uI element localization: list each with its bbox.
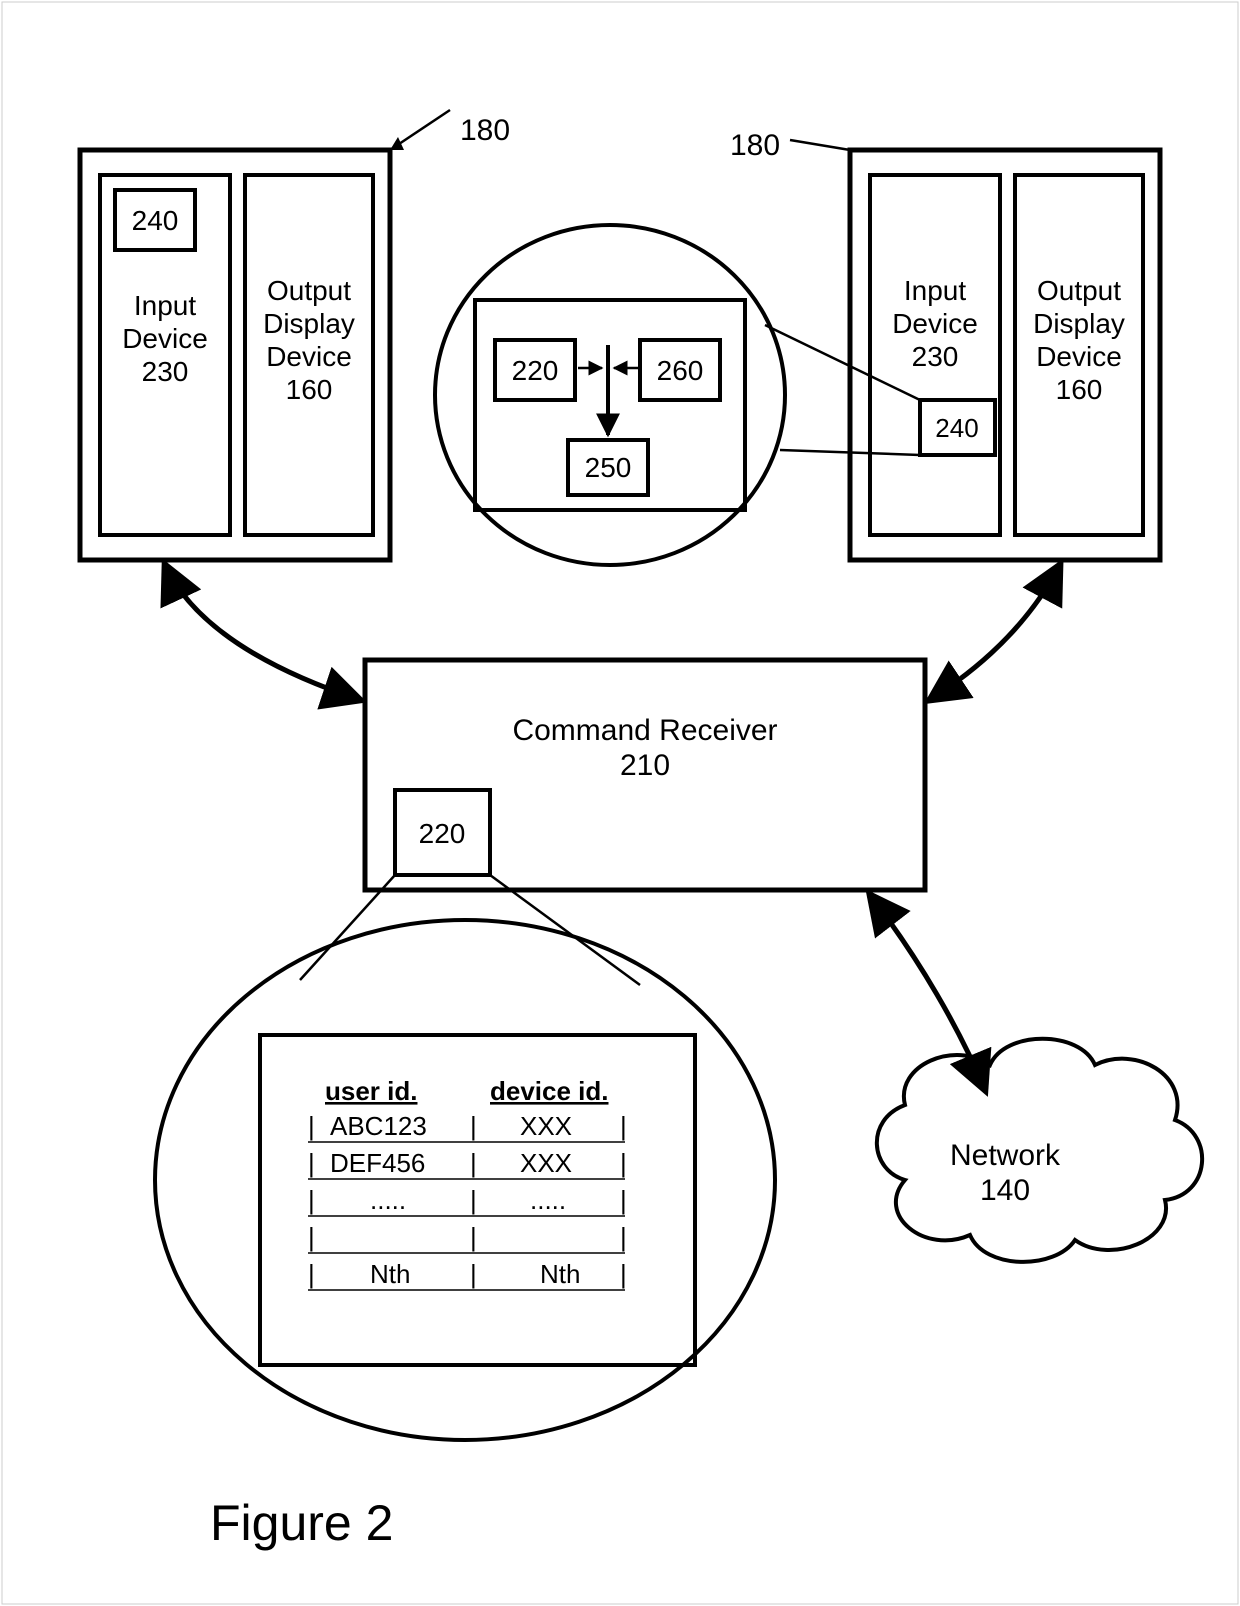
terminal-right: Input Device 230 240 Output Display Devi…: [850, 150, 1160, 560]
svg-text:|: |: [470, 1259, 477, 1289]
output-device-left: Output Display Device 160: [245, 175, 373, 535]
detail-260: 260: [657, 355, 704, 386]
svg-text:Device: Device: [266, 341, 352, 372]
svg-text:Device: Device: [122, 323, 208, 354]
svg-text:|: |: [620, 1111, 627, 1141]
input-device-ref-right: 230: [912, 341, 959, 372]
detail-top: 220 260 250: [435, 225, 785, 565]
command-receiver-label: Command Receiver: [512, 714, 777, 747]
svg-text:|: |: [308, 1111, 315, 1141]
input-device-ref: 230: [142, 356, 189, 387]
svg-text:|: |: [470, 1185, 477, 1215]
detail-bottom: user id. device id. | ABC123 | XXX | | D…: [155, 875, 775, 1440]
svg-text:|: |: [620, 1185, 627, 1215]
output-device-ref-right: 160: [1056, 374, 1103, 405]
svg-text:|: |: [308, 1185, 315, 1215]
table-row: XXX: [520, 1111, 572, 1141]
svg-text:Output: Output: [1037, 275, 1121, 306]
sub-box-240-right: 240: [935, 413, 978, 443]
table-row: ABC123: [330, 1111, 427, 1141]
input-device-right: Input Device 230 240: [870, 175, 1000, 535]
network-label: Network: [950, 1139, 1061, 1172]
command-receiver: Command Receiver 210 220: [365, 660, 925, 890]
svg-text:|: |: [308, 1259, 315, 1289]
table-header-userid: user id.: [325, 1076, 417, 1106]
svg-text:|: |: [470, 1148, 477, 1178]
table-row: .....: [370, 1185, 406, 1215]
output-device-right: Output Display Device 160: [1015, 175, 1143, 535]
table-row: DEF456: [330, 1148, 425, 1178]
svg-text:Device: Device: [892, 308, 978, 339]
output-device-ref-left: 160: [286, 374, 333, 405]
svg-text:Device: Device: [1036, 341, 1122, 372]
terminal-left-ref: 180: [460, 114, 510, 147]
svg-text:|: |: [620, 1222, 627, 1252]
input-device-left: Input Device 230 240: [100, 175, 230, 535]
terminal-left: Input Device 230 240 Output Display Devi…: [80, 150, 390, 560]
svg-text:|: |: [308, 1222, 315, 1252]
table-row: XXX: [520, 1148, 572, 1178]
detail-220: 220: [512, 355, 559, 386]
input-device-label: Input: [134, 290, 196, 321]
table-header-deviceid: device id.: [490, 1076, 609, 1106]
svg-text:Input: Input: [904, 275, 966, 306]
table-row: Nth: [540, 1259, 580, 1289]
network-ref: 140: [980, 1174, 1030, 1207]
svg-text:|: |: [620, 1259, 627, 1289]
terminal-right-ref: 180: [730, 129, 780, 162]
svg-text:|: |: [470, 1111, 477, 1141]
command-receiver-220: 220: [419, 818, 466, 849]
detail-250: 250: [585, 452, 632, 483]
command-receiver-ref: 210: [620, 749, 670, 782]
network-cloud: Network 140: [877, 1039, 1202, 1262]
sub-box-240-left: 240: [132, 205, 179, 236]
svg-text:Display: Display: [1033, 308, 1125, 339]
svg-text:Display: Display: [263, 308, 355, 339]
svg-text:|: |: [308, 1148, 315, 1178]
figure-label: Figure 2: [210, 1495, 393, 1551]
svg-text:Output: Output: [267, 275, 351, 306]
svg-text:|: |: [620, 1148, 627, 1178]
table-row: Nth: [370, 1259, 410, 1289]
svg-text:|: |: [470, 1222, 477, 1252]
table-row: .....: [530, 1185, 566, 1215]
